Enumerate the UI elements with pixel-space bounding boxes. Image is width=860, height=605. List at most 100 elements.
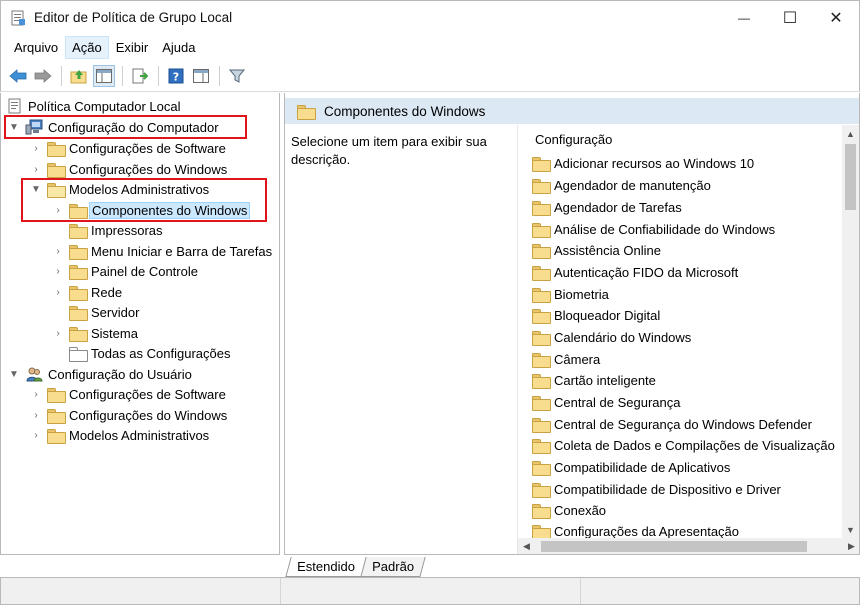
list-item[interactable]: Conexão: [532, 500, 606, 520]
chevron-right-icon[interactable]: ›: [51, 246, 65, 257]
tree-item-user-administrative-templates[interactable]: › Modelos Administrativos: [29, 425, 209, 445]
tree-item-label: Configurações de Software: [69, 140, 226, 156]
scroll-left-icon[interactable]: ◀: [518, 538, 535, 554]
tree-item-server[interactable]: Servidor: [69, 302, 139, 322]
list-horizontal-scrollbar[interactable]: ◀ ▶: [518, 538, 859, 554]
chevron-right-icon[interactable]: ›: [29, 430, 43, 441]
menu-acao[interactable]: Ação: [65, 35, 109, 59]
chevron-right-icon[interactable]: ›: [51, 287, 65, 298]
menu-arquivo[interactable]: Arquivo: [7, 36, 65, 59]
up-folder-icon: [70, 69, 87, 83]
toolbar-separator: [158, 65, 159, 86]
show-hide-tree-icon: [96, 68, 112, 83]
list-item[interactable]: Central de Segurança: [532, 392, 680, 412]
tree-item-printers[interactable]: Impressoras: [69, 220, 163, 240]
users-icon: [26, 367, 43, 382]
menu-ajuda[interactable]: Ajuda: [155, 36, 202, 59]
list-item[interactable]: Assistência Online: [532, 240, 661, 260]
tree-item-all-settings[interactable]: Todas as Configurações: [69, 343, 230, 363]
svg-text:?: ?: [173, 70, 179, 83]
scroll-thumb[interactable]: [541, 541, 807, 552]
menu-exibir[interactable]: Exibir: [109, 36, 156, 59]
details-header-title: Componentes do Windows: [324, 103, 486, 119]
list-item[interactable]: Autenticação FIDO da Microsoft: [532, 262, 738, 282]
tree-item-network[interactable]: › Rede: [51, 282, 122, 302]
show-hide-tree-button[interactable]: [93, 64, 115, 87]
list-item[interactable]: Central de Segurança do Windows Defender: [532, 414, 812, 434]
list-item-label: Central de Segurança: [554, 394, 681, 410]
tree-item-system[interactable]: › Sistema: [51, 323, 138, 343]
list-item[interactable]: Adicionar recursos ao Windows 10: [532, 153, 754, 173]
export-list-button[interactable]: [129, 65, 151, 87]
list-item[interactable]: Bloqueador Digital: [532, 305, 660, 325]
chevron-down-icon[interactable]: ▼: [7, 369, 21, 380]
chevron-right-icon[interactable]: ›: [51, 266, 65, 277]
chevron-right-icon[interactable]: ›: [51, 328, 65, 339]
scroll-thumb[interactable]: [845, 144, 856, 210]
scroll-up-icon[interactable]: ▲: [842, 125, 859, 142]
minimize-icon: —: [738, 11, 750, 25]
list-item[interactable]: Compatibilidade de Aplicativos: [532, 457, 730, 477]
scroll-down-icon[interactable]: ▼: [842, 521, 859, 538]
filter-icon: [229, 69, 245, 83]
list-item[interactable]: Compatibilidade de Dispositivo e Driver: [532, 479, 781, 499]
folder-icon: [69, 326, 88, 342]
folder-icon: [532, 482, 551, 498]
properties-view-button[interactable]: [190, 65, 212, 87]
list-item[interactable]: Agendador de Tarefas: [532, 197, 682, 217]
filter-button[interactable]: [226, 65, 248, 87]
tree-item-user-configuration[interactable]: ▼ Configuração do Usuário: [7, 364, 192, 384]
help-button[interactable]: ?: [165, 65, 187, 87]
tree-item-user-software-settings[interactable]: › Configurações de Software: [29, 384, 226, 404]
folder-icon: [69, 305, 88, 321]
list-vertical-scrollbar[interactable]: ▲ ▼: [842, 125, 859, 538]
close-button[interactable]: ✕: [813, 1, 859, 35]
policy-document-icon: [8, 98, 21, 114]
chevron-right-icon[interactable]: ›: [29, 410, 43, 421]
export-list-icon: [132, 68, 148, 83]
tab-estendido[interactable]: Estendido: [285, 557, 367, 577]
up-level-button[interactable]: [68, 65, 90, 87]
list-item[interactable]: Agendador de manutenção: [532, 175, 711, 195]
tree-item-computer-windows-settings[interactable]: › Configurações do Windows: [29, 159, 227, 179]
folder-icon: [69, 285, 88, 301]
tree-item-control-panel[interactable]: › Painel de Controle: [51, 261, 198, 281]
menu-bar: Arquivo Ação Exibir Ajuda: [0, 34, 860, 60]
tree-item-root[interactable]: Política Computador Local: [7, 96, 180, 116]
list-item-label: Adicionar recursos ao Windows 10: [554, 155, 755, 171]
folder-icon: [532, 524, 551, 540]
back-button[interactable]: [7, 65, 29, 87]
tree-item-user-windows-settings[interactable]: › Configurações do Windows: [29, 405, 227, 425]
tree-item-start-menu-taskbar[interactable]: › Menu Iniciar e Barra de Tarefas: [51, 241, 272, 261]
list-item[interactable]: Coleta de Dados e Compilações de Visuali…: [532, 435, 835, 455]
minimize-button[interactable]: —: [721, 1, 767, 35]
maximize-button[interactable]: ☐: [767, 1, 813, 35]
list-item-label: Compatibilidade de Dispositivo e Driver: [554, 481, 781, 497]
list-item-label: Compatibilidade de Aplicativos: [554, 459, 731, 475]
list-item-label: Cartão inteligente: [554, 372, 656, 388]
tab-padrao[interactable]: Padrão: [360, 557, 426, 577]
tree-item-computer-software-settings[interactable]: › Configurações de Software: [29, 138, 226, 158]
chevron-right-icon[interactable]: ›: [29, 143, 43, 154]
scroll-right-icon[interactable]: ▶: [843, 538, 859, 554]
status-bar: [0, 577, 860, 605]
forward-button[interactable]: [32, 65, 54, 87]
console-tree-pane[interactable]: Política Computador Local ▼ Configuração…: [0, 93, 280, 555]
settings-list[interactable]: Configuração Adicionar recursos ao Windo…: [517, 125, 859, 554]
folder-icon: [532, 200, 551, 216]
list-item[interactable]: Calendário do Windows: [532, 327, 691, 347]
window-title: Editor de Política de Grupo Local: [34, 10, 233, 25]
chevron-right-icon[interactable]: ›: [29, 164, 43, 175]
help-icon: ?: [168, 68, 184, 83]
list-item[interactable]: Cartão inteligente: [532, 370, 656, 390]
list-item[interactable]: Análise de Confiabilidade do Windows: [532, 219, 775, 239]
folder-icon: [47, 162, 66, 178]
list-item[interactable]: Biometria: [532, 284, 609, 304]
folder-icon: [532, 222, 551, 238]
scroll-track[interactable]: [535, 538, 843, 554]
list-item[interactable]: Câmera: [532, 349, 600, 369]
chevron-right-icon[interactable]: ›: [29, 389, 43, 400]
column-header-configuracao[interactable]: Configuração: [535, 132, 612, 147]
folder-icon: [532, 438, 551, 454]
toolbar-separator: [219, 65, 220, 86]
